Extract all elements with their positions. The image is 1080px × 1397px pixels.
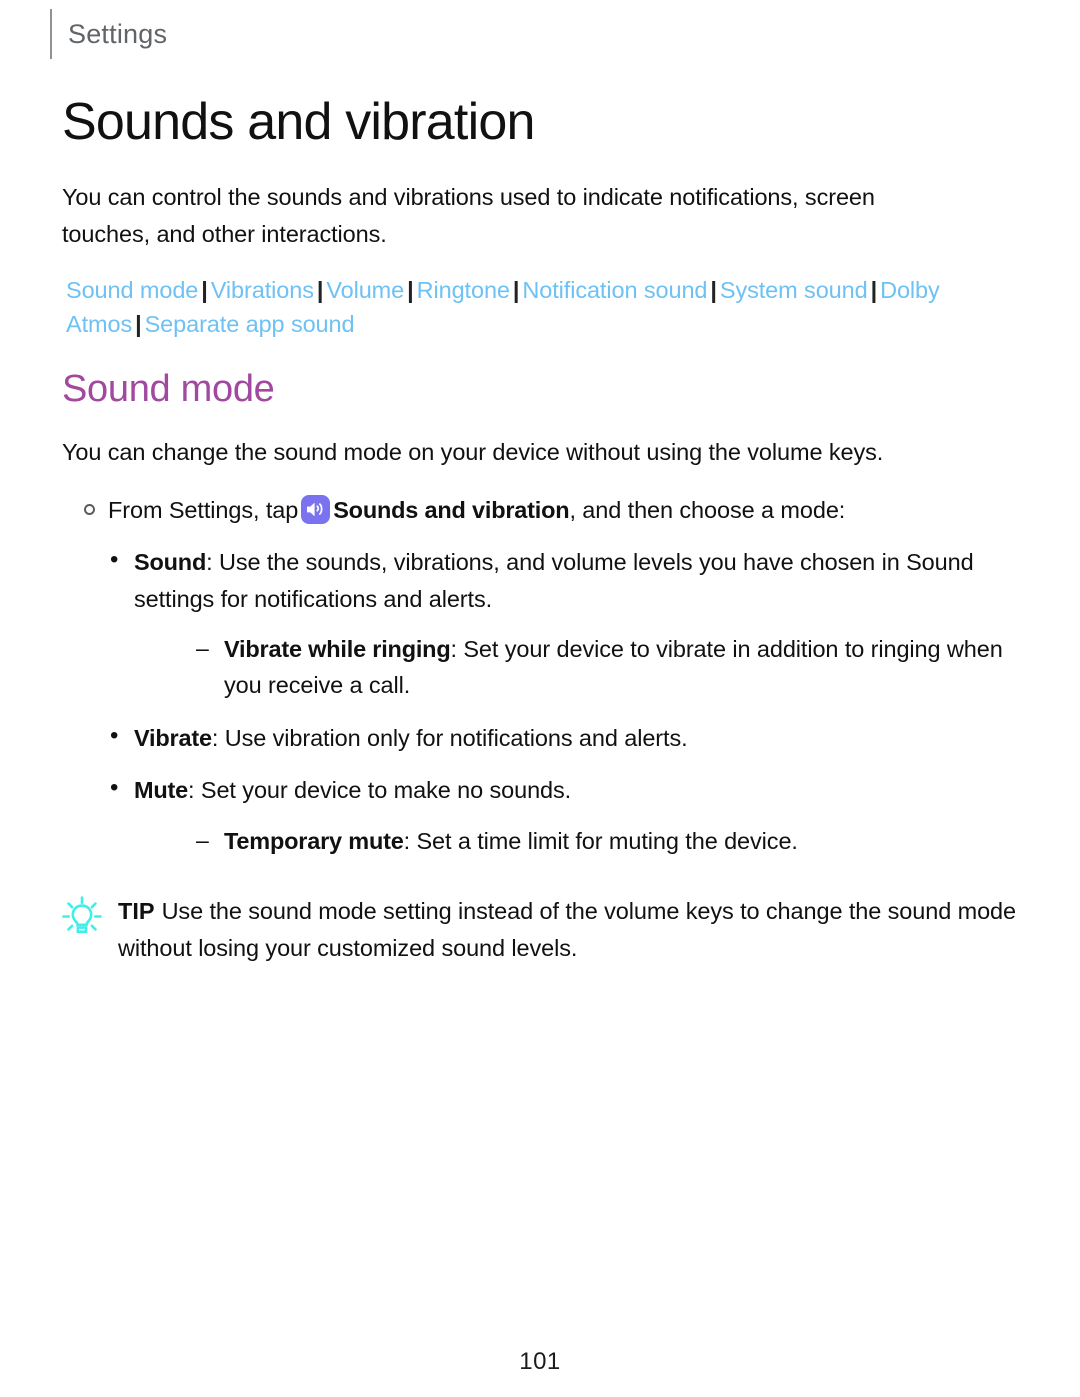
page-intro-paragraph: You can control the sounds and vibration…: [62, 184, 875, 247]
list-item-vibrate: Vibrate: Use vibration only for notifica…: [62, 717, 1022, 756]
link-separator: |: [201, 277, 208, 304]
step-bold-target: Sounds and vibration: [333, 496, 570, 523]
section-intro-paragraph: You can change the sound mode on your de…: [62, 438, 884, 465]
step-suffix-text: , and then choose a mode:: [569, 496, 846, 523]
sounds-and-vibration-icon[interactable]: [301, 494, 331, 524]
running-header: Settings: [50, 8, 167, 60]
tip-text: Use the sound mode setting instead of th…: [118, 898, 1016, 961]
link-separator: |: [407, 277, 414, 304]
step-bullet-circle-icon: [84, 503, 95, 515]
list-item-term: Mute: [134, 777, 189, 804]
section-link-volume[interactable]: Volume: [326, 277, 404, 303]
header-divider-rule: [50, 9, 52, 59]
section-link-separate-app-sound[interactable]: Separate app sound: [145, 311, 355, 337]
section-link-vibrations[interactable]: Vibrations: [211, 277, 314, 303]
sub-option-list: Temporary mute: Set a time limit for mut…: [190, 823, 1022, 859]
step-item-open-sounds-and-vibration: From Settings, tap Sounds and vibration, …: [62, 492, 1022, 528]
link-separator: |: [316, 277, 324, 304]
sub-item-term: Temporary mute: [224, 827, 404, 854]
step-prefix-text: From Settings, tap: [108, 496, 299, 523]
section-link-sound-mode[interactable]: Sound mode: [66, 277, 198, 303]
link-separator: |: [710, 277, 717, 304]
list-item-sound: Sound: Use the sounds, vibrations, and v…: [62, 541, 1022, 704]
sub-item-text: : Set a time limit for muting the device…: [403, 827, 798, 854]
list-item-mute: Mute: Set your device to make no sounds.…: [62, 769, 1022, 859]
list-item-vibrate-while-ringing: Vibrate while ringing: Set your device t…: [190, 631, 1022, 704]
sub-item-term: Vibrate while ringing: [224, 636, 451, 663]
list-item-temporary-mute: Temporary mute: Set a time limit for mut…: [190, 823, 1022, 859]
tip-label: TIP: [118, 898, 155, 925]
list-item-term: Vibrate: [134, 724, 212, 751]
page-number: 101: [519, 1348, 561, 1375]
link-separator: |: [512, 277, 520, 304]
sound-mode-option-list: Sound: Use the sounds, vibrations, and v…: [62, 541, 1022, 859]
list-item-text: : Set your device to make no sounds.: [188, 777, 572, 804]
sub-list-wrapper: Vibrate while ringing: Set your device t…: [134, 631, 1022, 704]
document-page: Settings Sounds and vibration You can co…: [0, 0, 1080, 1397]
lightbulb-icon: [58, 893, 106, 939]
link-separator: |: [870, 277, 878, 304]
section-heading-sound-mode: Sound mode: [62, 367, 275, 410]
sub-option-list: Vibrate while ringing: Set your device t…: [190, 631, 1022, 704]
list-item-text: : Use vibration only for notifications a…: [211, 724, 688, 751]
running-header-label: Settings: [68, 18, 168, 49]
link-separator: |: [135, 310, 142, 337]
page-title: Sounds and vibration: [62, 93, 535, 151]
page-content: Sounds and vibration You can control the…: [62, 92, 1022, 966]
list-item-term: Sound: [134, 549, 207, 576]
sub-list-wrapper: Temporary mute: Set a time limit for mut…: [134, 823, 1022, 859]
step-list: From Settings, tap Sounds and vibration, …: [62, 492, 1022, 528]
tip-callout: TIP Use the sound mode setting instead of…: [62, 893, 1022, 966]
section-link-list: Sound mode | Vibrations | Volume | Ringtone | No…: [66, 274, 1016, 341]
section-link-system-sound[interactable]: System sound: [720, 277, 868, 303]
section-link-notification-sound[interactable]: Notification sound: [522, 277, 707, 303]
section-link-ringtone[interactable]: Ringtone: [417, 277, 510, 303]
list-item-text: : Use the sounds, vibrations, and volume…: [134, 549, 974, 612]
